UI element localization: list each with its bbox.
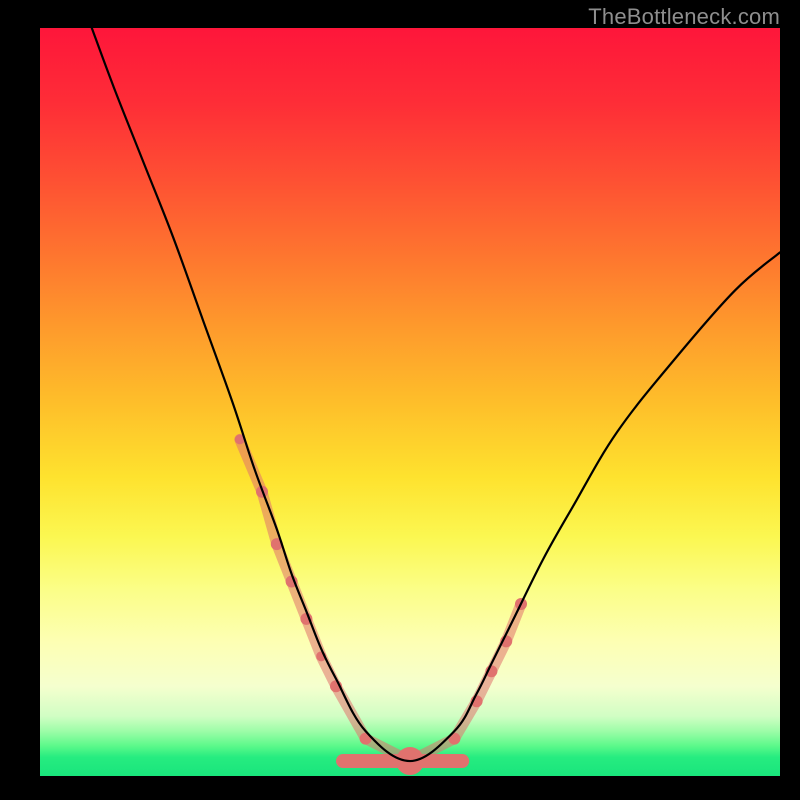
bottleneck-chart <box>40 28 780 776</box>
chart-frame: TheBottleneck.com <box>0 0 800 800</box>
heat-background <box>40 28 780 776</box>
watermark-label: TheBottleneck.com <box>588 4 780 30</box>
